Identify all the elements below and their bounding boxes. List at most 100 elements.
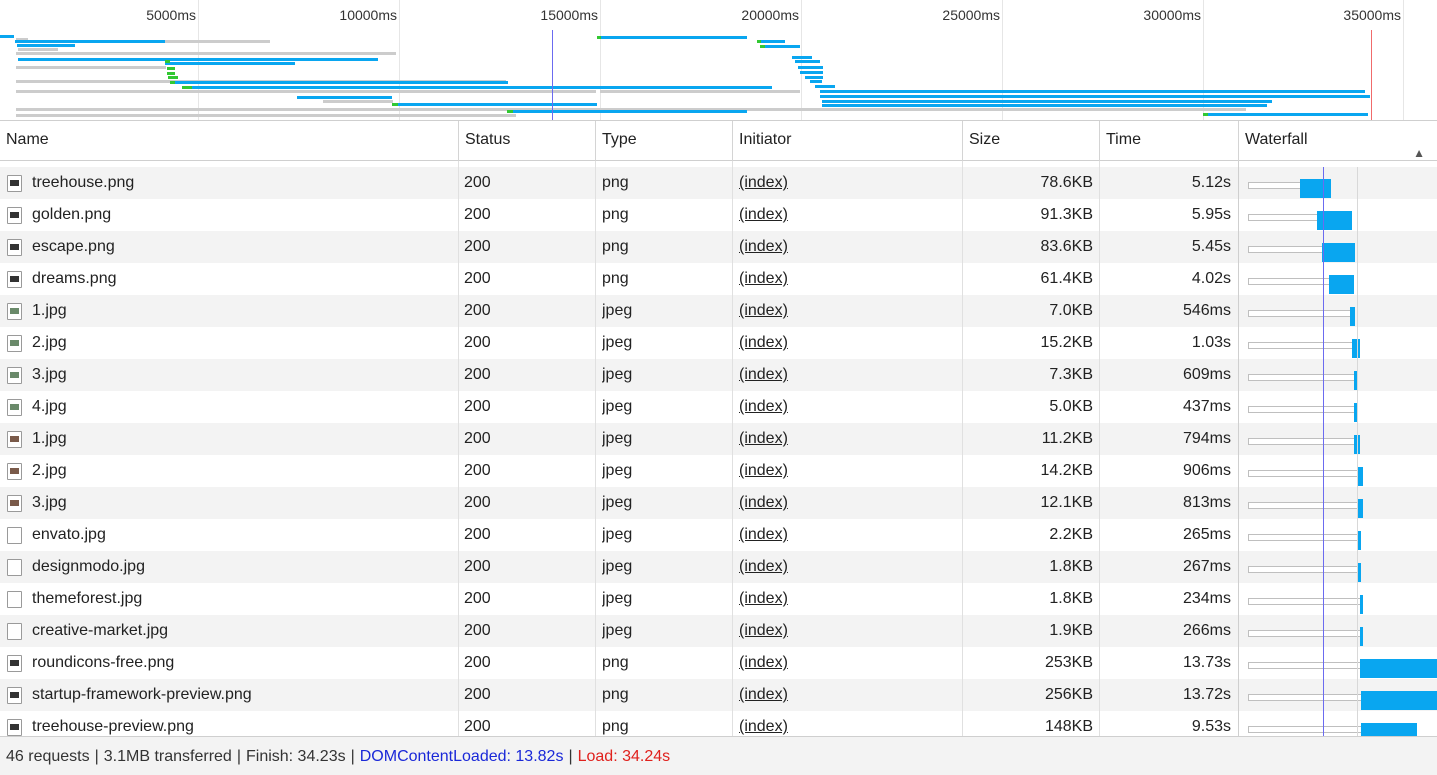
column-divider xyxy=(1238,455,1239,487)
waterfall-dom-content-loaded-line xyxy=(1323,487,1324,519)
table-row[interactable]: creative-market.jpg 200 jpeg (index) 1.9KB 26… xyxy=(0,615,1437,647)
table-row[interactable]: 3.jpg 200 jpeg (index) 12.1KB 813ms xyxy=(0,487,1437,519)
table-row[interactable]: golden.png 200 png (index) 91.3KB 5.95s xyxy=(0,199,1437,231)
waterfall-waiting-bar xyxy=(1248,630,1360,637)
column-header-initiator[interactable]: Initiator xyxy=(733,121,963,161)
column-header-size[interactable]: Size xyxy=(963,121,1100,161)
request-initiator: (index) xyxy=(739,295,954,327)
photo-icon xyxy=(7,367,22,384)
request-initiator: (index) xyxy=(739,615,954,647)
initiator-link[interactable]: (index) xyxy=(739,558,788,575)
load-time: Load: 34.24s xyxy=(577,748,671,765)
dom-content-loaded-time: DOMContentLoaded: 13.82s xyxy=(359,748,564,765)
overview-request-bar xyxy=(507,110,747,113)
waterfall-waiting-bar xyxy=(1248,182,1300,189)
table-row[interactable]: designmodo.jpg 200 jpeg (index) 1.8KB 267ms xyxy=(0,551,1437,583)
request-type: jpeg xyxy=(602,622,633,639)
request-size: 78.6KB xyxy=(1040,174,1093,191)
overview-request-bar xyxy=(15,40,165,43)
time-ruler: 5000ms 10000ms 15000ms 20000ms 25000ms 30000m… xyxy=(0,0,1437,30)
overview-request-bar xyxy=(792,56,812,59)
waterfall-waiting-bar xyxy=(1248,598,1360,605)
request-name: themeforest.jpg xyxy=(32,590,143,607)
table-row[interactable]: roundicons-free.png 200 png (index) 253KB 13.… xyxy=(0,647,1437,679)
initiator-link[interactable]: (index) xyxy=(739,398,788,415)
request-status: 200 xyxy=(464,718,491,735)
waterfall-waiting-bar xyxy=(1248,502,1357,509)
column-header-time[interactable]: Time xyxy=(1100,121,1239,161)
table-row[interactable]: envato.jpg 200 jpeg (index) 2.2KB 265ms xyxy=(0,519,1437,551)
table-row[interactable]: treehouse.png 200 png (index) 78.6KB 5.12s xyxy=(0,167,1437,199)
initiator-link[interactable]: (index) xyxy=(739,430,788,447)
image-icon xyxy=(7,719,22,736)
overview-request-bar xyxy=(795,60,820,63)
separator: | xyxy=(94,748,99,765)
initiator-link[interactable]: (index) xyxy=(739,270,788,287)
request-size: 1.9KB xyxy=(1049,622,1093,639)
initiator-link[interactable]: (index) xyxy=(739,366,788,383)
column-header-type[interactable]: Type xyxy=(596,121,733,161)
column-divider xyxy=(732,199,733,231)
waterfall-download-bar xyxy=(1350,307,1355,326)
column-divider xyxy=(732,551,733,583)
request-type: png xyxy=(602,174,629,191)
waterfall-download-bar xyxy=(1329,275,1354,294)
table-row[interactable]: 2.jpg 200 jpeg (index) 14.2KB 906ms xyxy=(0,455,1437,487)
request-initiator: (index) xyxy=(739,423,954,455)
column-divider xyxy=(458,231,459,263)
waterfall-waiting-bar xyxy=(1248,246,1322,253)
request-type: jpeg xyxy=(602,590,633,607)
initiator-link[interactable]: (index) xyxy=(739,334,788,351)
table-row[interactable]: startup-framework-preview.png 200 png (inde… xyxy=(0,679,1437,711)
initiator-link[interactable]: (index) xyxy=(739,494,788,511)
table-row[interactable]: dreams.png 200 png (index) 61.4KB 4.02s xyxy=(0,263,1437,295)
column-divider xyxy=(458,295,459,327)
request-time: 234ms xyxy=(1182,590,1231,607)
initiator-link[interactable]: (index) xyxy=(739,174,788,191)
icon-glyph xyxy=(10,660,19,666)
column-header-waterfall[interactable]: Waterfall ▲ xyxy=(1239,121,1437,161)
initiator-link[interactable]: (index) xyxy=(739,302,788,319)
initiator-link[interactable]: (index) xyxy=(739,686,788,703)
column-divider xyxy=(732,615,733,647)
initiator-link[interactable]: (index) xyxy=(739,590,788,607)
table-row[interactable]: themeforest.jpg 200 jpeg (index) 1.8KB 234ms xyxy=(0,583,1437,615)
column-divider xyxy=(458,199,459,231)
table-row[interactable]: 1.jpg 200 jpeg (index) 11.2KB 794ms xyxy=(0,423,1437,455)
request-initiator: (index) xyxy=(739,231,954,263)
request-name: 4.jpg xyxy=(32,398,67,415)
table-row[interactable]: 1.jpg 200 jpeg (index) 7.0KB 546ms xyxy=(0,295,1437,327)
ruler-tick-label: 10000ms xyxy=(339,7,397,23)
table-row[interactable]: 4.jpg 200 jpeg (index) 5.0KB 437ms xyxy=(0,391,1437,423)
column-divider xyxy=(732,423,733,455)
request-time: 813ms xyxy=(1182,494,1231,511)
initiator-link[interactable]: (index) xyxy=(739,206,788,223)
column-divider xyxy=(1238,359,1239,391)
request-name: 1.jpg xyxy=(32,302,67,319)
initiator-link[interactable]: (index) xyxy=(739,654,788,671)
request-status: 200 xyxy=(464,270,491,287)
timeline-overview[interactable]: 5000ms 10000ms 15000ms 20000ms 25000ms 30000m… xyxy=(0,0,1437,121)
table-row[interactable]: treehouse-preview.png 200 png (index) 148KB 9… xyxy=(0,711,1437,736)
initiator-link[interactable]: (index) xyxy=(739,462,788,479)
initiator-link[interactable]: (index) xyxy=(739,718,788,735)
table-row[interactable]: escape.png 200 png (index) 83.6KB 5.45s xyxy=(0,231,1437,263)
waterfall-gridline xyxy=(1357,455,1358,487)
request-status: 200 xyxy=(464,494,491,511)
initiator-link[interactable]: (index) xyxy=(739,238,788,255)
column-divider xyxy=(458,327,459,359)
table-row[interactable]: 2.jpg 200 jpeg (index) 15.2KB 1.03s xyxy=(0,327,1437,359)
request-type: png xyxy=(602,654,629,671)
initiator-link[interactable]: (index) xyxy=(739,526,788,543)
column-divider xyxy=(595,295,596,327)
waterfall-gridline xyxy=(1357,423,1358,455)
column-divider xyxy=(595,231,596,263)
waterfall-gridline xyxy=(1357,391,1358,423)
request-size: 83.6KB xyxy=(1040,238,1093,255)
table-row[interactable]: 3.jpg 200 jpeg (index) 7.3KB 609ms xyxy=(0,359,1437,391)
overview-request-bar xyxy=(810,80,822,83)
column-divider xyxy=(458,167,459,199)
column-header-status[interactable]: Status xyxy=(459,121,596,161)
initiator-link[interactable]: (index) xyxy=(739,622,788,639)
column-header-name[interactable]: Name xyxy=(0,121,459,161)
